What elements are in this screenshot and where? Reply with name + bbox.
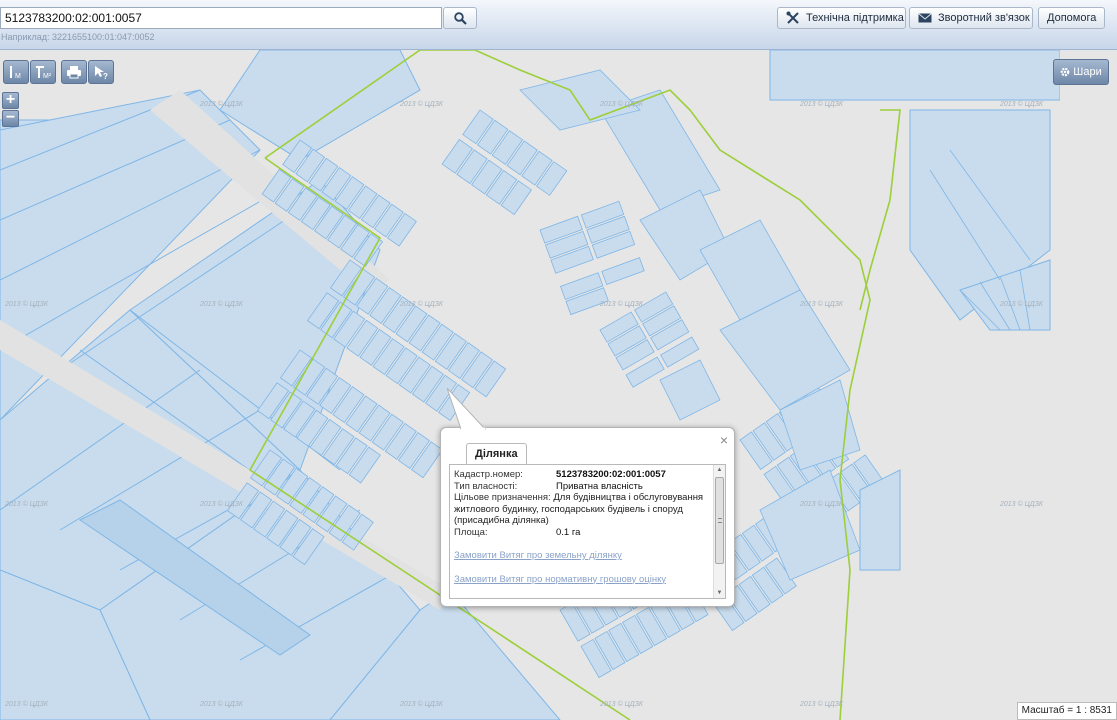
purpose-label: Цільове призначення: — [454, 492, 551, 503]
purpose-row: Цільове призначення: Для будівництва і о… — [454, 492, 708, 527]
order-valuation-extract-link[interactable]: Замовити Витяг про нормативну грошову оц… — [454, 574, 708, 586]
popup-body: Кадастр.номер: 5123783200:02:001:0057 Ти… — [449, 464, 726, 599]
map-scale: Масштаб = 1 : 8531 — [1016, 702, 1117, 720]
ownership-row: Тип власності: Приватна власність — [454, 481, 708, 493]
measure-area-icon: M² — [36, 66, 51, 80]
watermark-text: 2013 © ЦДЗК — [999, 300, 1044, 308]
support-label: Технічна підтримка — [806, 12, 904, 25]
watermark-text: 2013 © ЦДЗК — [799, 100, 844, 108]
scroll-up-arrow-icon[interactable]: ▲ — [714, 465, 725, 475]
cadastral-row: Кадастр.номер: 5123783200:02:001:0057 — [454, 469, 708, 481]
help-button[interactable]: Допомога — [1038, 7, 1105, 29]
watermark-text: 2013 © ЦДЗК — [4, 500, 49, 508]
map-canvas[interactable]: 2013 © ЦДЗК 2013 © ЦДЗК 2013 © ЦДЗК 2013… — [0, 50, 1117, 720]
scroll-thumb[interactable] — [715, 477, 724, 564]
watermark-text: 2013 © ЦДЗК — [4, 300, 49, 308]
layers-button[interactable]: Шари — [1053, 59, 1109, 85]
popup-scrollbar[interactable]: ▲ ▼ — [713, 465, 725, 598]
svg-text:M²: M² — [43, 73, 51, 80]
parcel-details: Кадастр.номер: 5123783200:02:001:0057 Ти… — [450, 465, 712, 589]
parcel-info-popup: × Ділянка Кадастр.номер: 5123783200:02:0… — [440, 427, 735, 607]
utility-tools: ? — [61, 60, 114, 84]
watermark-text: 2013 © ЦДЗК — [199, 700, 244, 708]
watermark-text: 2013 © ЦДЗК — [399, 300, 444, 308]
measure-tools: M M² — [3, 60, 56, 84]
gear-icon — [1060, 67, 1070, 77]
watermark-text: 2013 © ЦДЗК — [399, 100, 444, 108]
cadastral-value: 5123783200:02:001:0057 — [556, 469, 666, 480]
feedback-button[interactable]: Зворотний зв'язок — [909, 7, 1033, 29]
watermark-text: 2013 © ЦДЗК — [999, 100, 1044, 108]
watermark-text: 2013 © ЦДЗК — [4, 700, 49, 708]
close-icon[interactable]: × — [720, 432, 728, 448]
svg-text:?: ? — [103, 72, 108, 80]
watermark-text: 2013 © ЦДЗК — [799, 300, 844, 308]
zoom-out-button[interactable]: − — [2, 110, 19, 127]
feedback-label: Зворотний зв'язок — [938, 12, 1030, 25]
search-button[interactable] — [443, 7, 477, 29]
watermark-text: 2013 © ЦДЗК — [799, 500, 844, 508]
watermark-text: 2013 © ЦДЗК — [399, 700, 444, 708]
measure-area-button[interactable]: M² — [30, 60, 56, 84]
search-example-hint: Наприклад: 3221655100:01:047:0052 — [1, 32, 155, 42]
layers-label: Шари — [1073, 66, 1102, 78]
watermark-text: 2013 © ЦДЗК — [599, 100, 644, 108]
watermark-text: 2013 © ЦДЗК — [199, 500, 244, 508]
tab-parcel[interactable]: Ділянка — [466, 443, 527, 465]
print-button[interactable] — [61, 60, 87, 84]
cadastral-label: Кадастр.номер: — [454, 469, 523, 480]
measure-length-icon: M — [10, 66, 21, 80]
ownership-label: Тип власності: — [454, 480, 518, 492]
search-icon — [454, 12, 467, 25]
help-label: Допомога — [1047, 12, 1097, 25]
tools-icon — [786, 11, 799, 24]
identify-button[interactable]: ? — [88, 60, 114, 84]
measure-length-button[interactable]: M — [3, 60, 29, 84]
support-button[interactable]: Технічна підтримка — [777, 7, 906, 29]
watermark-text: 2013 © ЦДЗК — [199, 100, 244, 108]
watermark-text: 2013 © ЦДЗК — [599, 300, 644, 308]
order-parcel-extract-link[interactable]: Замовити Витяг про земельну ділянку — [454, 550, 708, 562]
zoom-in-button[interactable]: + — [2, 92, 19, 109]
area-value: 0.1 га — [556, 526, 581, 538]
info-pointer-icon: ? — [95, 66, 108, 80]
popup-pointer — [447, 388, 487, 430]
watermark-text: 2013 © ЦДЗК — [999, 500, 1044, 508]
envelope-icon — [918, 13, 932, 23]
area-label: Площа: — [454, 526, 488, 538]
watermark-text: 2013 © ЦДЗК — [199, 300, 244, 308]
cadastral-map[interactable]: 2013 © ЦДЗК 2013 © ЦДЗК 2013 © ЦДЗК 2013… — [0, 50, 1117, 720]
cadastral-search-input[interactable] — [0, 7, 442, 29]
watermark-text: 2013 © ЦДЗК — [799, 700, 844, 708]
watermark-text: 2013 © ЦДЗК — [599, 700, 644, 708]
svg-text:M: M — [15, 73, 21, 80]
top-toolbar: Наприклад: 3221655100:01:047:0052 Техніч… — [0, 0, 1117, 50]
ownership-value: Приватна власність — [556, 480, 643, 492]
print-icon — [67, 66, 81, 79]
area-row: Площа: 0.1 га — [454, 527, 708, 539]
scroll-down-arrow-icon[interactable]: ▼ — [714, 588, 725, 598]
